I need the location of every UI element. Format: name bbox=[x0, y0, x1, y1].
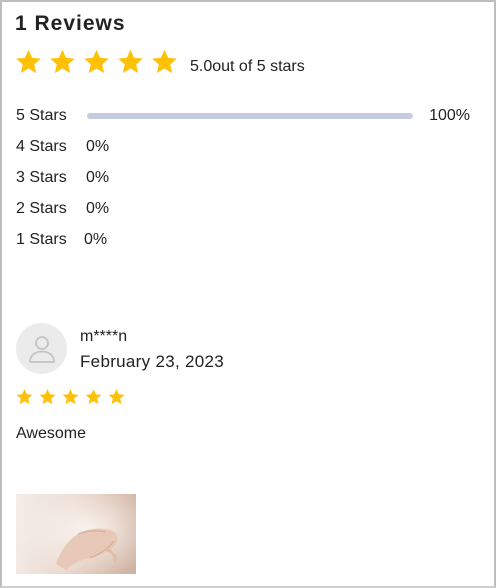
reviews-title: 1 Reviews bbox=[15, 12, 126, 35]
rating-row-3[interactable]: 3 Stars 0% bbox=[16, 168, 476, 199]
star-icon bbox=[84, 49, 109, 74]
reviewer-avatar bbox=[16, 323, 67, 374]
rating-bar-fill bbox=[87, 113, 413, 119]
rating-row-1[interactable]: 1 Stars 0% bbox=[16, 230, 476, 261]
rating-row-4[interactable]: 4 Stars 0% bbox=[16, 137, 476, 168]
rating-row-percent: 0% bbox=[86, 169, 110, 186]
review-date: February 23, 2023 bbox=[80, 352, 225, 371]
star-icon bbox=[62, 389, 79, 405]
review-photo[interactable] bbox=[16, 494, 136, 574]
rating-row-percent: 100% bbox=[429, 107, 470, 124]
user-placeholder-icon bbox=[28, 335, 55, 363]
star-icon bbox=[152, 49, 177, 74]
rating-row-2[interactable]: 2 Stars 0% bbox=[16, 199, 476, 230]
average-rating-text: 5.0out of 5 stars bbox=[190, 58, 305, 75]
star-icon bbox=[39, 389, 56, 405]
rating-row-label: 2 Stars bbox=[16, 200, 67, 217]
rating-row-percent: 0% bbox=[84, 231, 108, 248]
rating-row-percent: 0% bbox=[86, 200, 110, 217]
reviewer-name: m****n bbox=[80, 328, 128, 345]
star-icon bbox=[85, 389, 102, 405]
reviews-panel: 1 Reviews 5.0out of 5 stars 5 Stars 100%… bbox=[0, 0, 496, 588]
review-rating-stars bbox=[15, 388, 126, 406]
star-icon bbox=[16, 389, 33, 405]
rating-distribution: 5 Stars 100% 4 Stars 0% 3 Stars 0% 2 Sta… bbox=[16, 106, 476, 261]
rating-row-label: 5 Stars bbox=[16, 107, 67, 124]
hand-photo bbox=[16, 494, 136, 574]
star-icon bbox=[118, 49, 143, 74]
star-icon bbox=[108, 389, 125, 405]
rating-row-label: 3 Stars bbox=[16, 169, 67, 186]
rating-row-label: 4 Stars bbox=[16, 138, 67, 155]
rating-bar bbox=[87, 113, 413, 119]
rating-row-percent: 0% bbox=[86, 138, 110, 155]
rating-row-5[interactable]: 5 Stars 100% bbox=[16, 106, 476, 137]
star-icon bbox=[16, 49, 41, 74]
review-text: Awesome bbox=[16, 425, 86, 442]
rating-row-label: 1 Stars bbox=[16, 231, 67, 248]
average-rating-stars bbox=[14, 48, 179, 76]
star-icon bbox=[50, 49, 75, 74]
